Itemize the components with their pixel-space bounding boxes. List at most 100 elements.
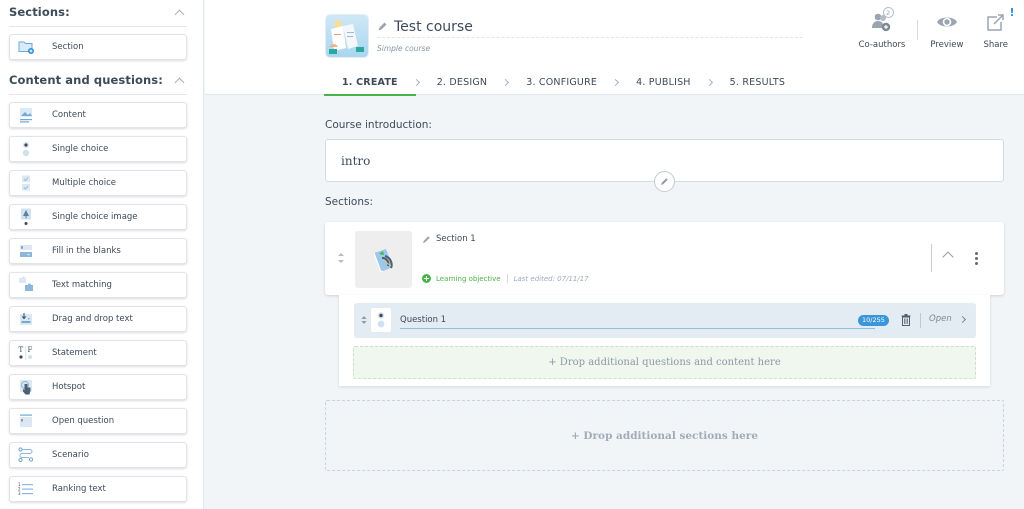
- svg-text:F: F: [28, 346, 33, 354]
- sidebar-item-ranking-text[interactable]: 123 Ranking text: [9, 476, 187, 502]
- folder-add-icon: [18, 38, 34, 56]
- sidebar-item-scenario[interactable]: Scenario: [9, 442, 187, 468]
- svg-text:T: T: [19, 346, 24, 354]
- checkbox-icon: [18, 174, 34, 192]
- preview-button[interactable]: Preview: [930, 10, 963, 50]
- sidebar: Sections: Section Content and questions:…: [0, 0, 204, 509]
- pencil-icon: [661, 178, 668, 185]
- divider: [931, 244, 932, 272]
- share-label: Share: [983, 40, 1008, 50]
- section-title: Section 1: [436, 234, 476, 244]
- preview-label: Preview: [930, 40, 964, 50]
- edit-intro-button[interactable]: [654, 171, 675, 192]
- radio-icon: [18, 140, 34, 158]
- chevron-right-icon: [958, 315, 966, 323]
- share-icon: [984, 10, 1008, 34]
- sidebar-item-open-question[interactable]: Open question: [9, 408, 187, 434]
- sections-label: Sections:: [325, 196, 374, 208]
- tab-configure[interactable]: 3. CONFIGURE: [526, 69, 597, 95]
- content-group-title: Content and questions:: [9, 73, 163, 87]
- sidebar-item-label: Content: [52, 110, 86, 120]
- chevron-right-icon: [412, 78, 420, 86]
- section-thumbnail[interactable]: [355, 231, 412, 288]
- learning-objective-link[interactable]: Learning objective: [436, 275, 501, 283]
- tab-create[interactable]: 1. CREATE: [324, 69, 416, 96]
- pencil-icon: [423, 235, 430, 243]
- trash-icon[interactable]: [901, 314, 911, 326]
- drag-handle-icon[interactable]: [337, 251, 345, 265]
- workflow-steps: 1. CREATE 2. DESIGN 3. CONFIGURE 4. PUBL…: [324, 69, 786, 96]
- drag-drop-icon: [18, 310, 34, 328]
- sidebar-item-drag-drop[interactable]: Drag and drop text: [9, 306, 187, 332]
- fill-blanks-icon: [18, 242, 34, 260]
- sidebar-item-label: Ranking text: [52, 484, 106, 494]
- sidebar-item-text-matching[interactable]: Text matching: [9, 272, 187, 298]
- true-false-icon: TF: [18, 344, 34, 362]
- course-thumbnail[interactable]: [326, 15, 368, 57]
- hand-pointer-icon: [18, 378, 34, 396]
- sidebar-item-label: Single choice image: [52, 212, 138, 222]
- divider: [920, 313, 921, 328]
- chevron-right-icon: [502, 78, 510, 86]
- sidebar-item-label: Open question: [52, 416, 115, 426]
- sidebar-item-label: Fill in the blanks: [52, 246, 121, 256]
- target-image-icon: [372, 248, 393, 273]
- content-group-header[interactable]: Content and questions:: [9, 73, 187, 95]
- section-meta: Learning objective Last edited: 07/11/17: [422, 274, 589, 283]
- sidebar-item-single-choice-image[interactable]: Single choice image: [9, 204, 187, 230]
- sidebar-item-multiple-choice[interactable]: Multiple choice: [9, 170, 187, 196]
- tab-results[interactable]: 5. RESULTS: [730, 69, 786, 95]
- header-actions: 2 Co-authors Preview ! Share: [839, 6, 1015, 50]
- sidebar-item-label: Multiple choice: [52, 178, 116, 188]
- share-button[interactable]: ! Share: [983, 6, 1014, 50]
- sidebar-item-fill-blanks[interactable]: Fill in the blanks: [9, 238, 187, 264]
- drop-sections-zone[interactable]: + Drop additional sections here: [325, 400, 1004, 471]
- chevron-up-icon[interactable]: [174, 9, 185, 20]
- divider: [917, 20, 919, 40]
- question-title-input[interactable]: [400, 311, 875, 329]
- drag-handle-icon[interactable]: [361, 315, 367, 325]
- section-title-field[interactable]: Section 1: [422, 234, 476, 244]
- open-label: Open: [929, 314, 952, 324]
- image-content-icon: [18, 106, 34, 124]
- add-circle-icon[interactable]: [422, 274, 431, 283]
- divider: [506, 274, 508, 283]
- question-row: 10/255 Open: [354, 303, 976, 338]
- character-counter: 10/255: [858, 315, 889, 326]
- pencil-icon: [378, 22, 387, 31]
- sidebar-item-label: Single choice: [52, 144, 109, 154]
- sidebar-item-label: Statement: [52, 348, 97, 358]
- sidebar-item-label: Hotspot: [52, 382, 86, 392]
- course-title: Test course: [394, 18, 473, 35]
- sidebar-item-label: Drag and drop text: [52, 314, 133, 324]
- course-type: Simple course: [377, 44, 431, 53]
- sidebar-item-statement[interactable]: TF Statement: [9, 340, 187, 366]
- svg-text:3: 3: [18, 491, 21, 496]
- more-options-icon[interactable]: [975, 252, 978, 265]
- branching-icon: [18, 446, 34, 464]
- course-title-field[interactable]: Test course: [377, 16, 803, 38]
- sections-group-header[interactable]: Sections:: [9, 5, 187, 27]
- drop-questions-zone[interactable]: + Drop additional questions and content …: [353, 346, 976, 379]
- sidebar-item-hotspot[interactable]: Hotspot: [9, 374, 187, 400]
- sidebar-item-single-choice[interactable]: Single choice: [9, 136, 187, 162]
- ordered-list-icon: 123: [18, 480, 34, 498]
- sections-group-title: Sections:: [9, 5, 70, 19]
- course-intro-label: Course introduction:: [325, 119, 432, 131]
- chevron-up-icon[interactable]: [174, 77, 185, 88]
- sidebar-item-section[interactable]: Section: [9, 34, 187, 60]
- eye-icon: [935, 10, 959, 34]
- sidebar-item-label: Scenario: [52, 450, 89, 460]
- open-question-icon: [18, 412, 34, 430]
- open-question-button[interactable]: Open: [929, 314, 966, 324]
- co-authors-label: Co-authors: [858, 40, 906, 50]
- puzzle-icon: [18, 276, 34, 294]
- chevron-right-icon: [705, 78, 713, 86]
- tab-publish[interactable]: 4. PUBLISH: [636, 69, 691, 95]
- radio-icon: [371, 308, 391, 332]
- tree-image-icon: [18, 208, 34, 226]
- tab-design[interactable]: 2. DESIGN: [437, 69, 488, 95]
- sidebar-item-content[interactable]: Content: [9, 102, 187, 128]
- chevron-up-icon[interactable]: [942, 251, 954, 263]
- co-authors-button[interactable]: 2 Co-authors: [858, 7, 906, 50]
